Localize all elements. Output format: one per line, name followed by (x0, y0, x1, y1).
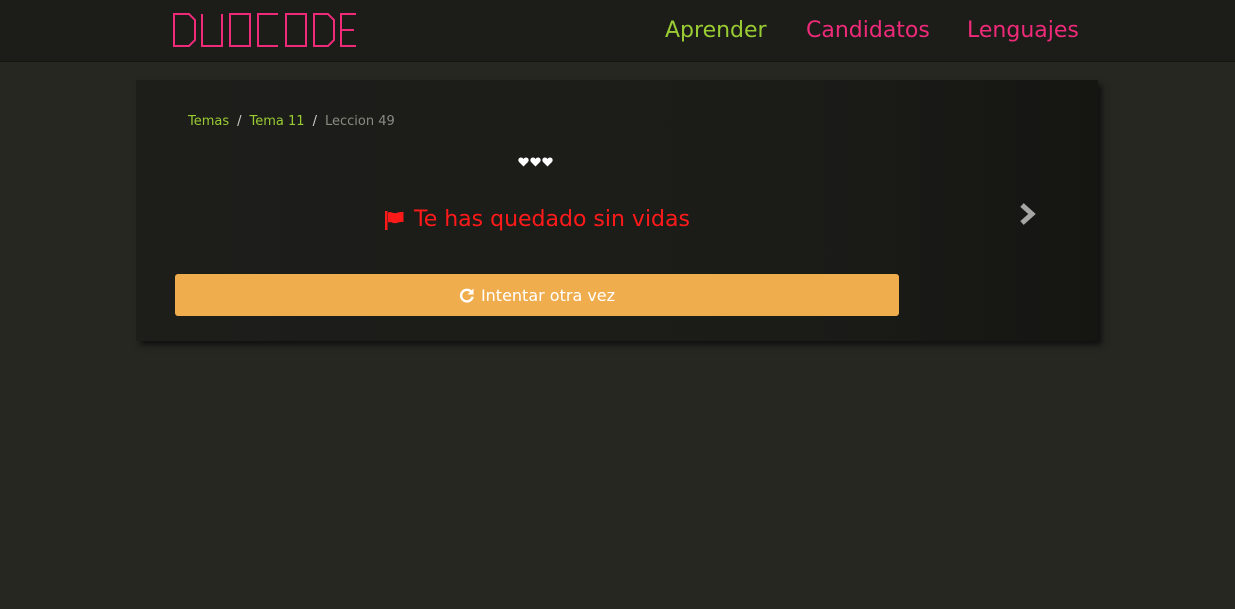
flag-icon (385, 210, 404, 230)
out-of-lives-message: Te has quedado sin vidas (385, 206, 690, 234)
logo-wordmark (173, 13, 356, 47)
duocode-logo[interactable] (173, 13, 357, 47)
breadcrumb-current: Leccion 49 (324, 114, 395, 129)
breadcrumb-separator: / (312, 114, 317, 129)
nav-link-aprender[interactable]: Aprender (665, 17, 767, 45)
lives-indicator (518, 157, 553, 167)
breadcrumb-separator: / (237, 114, 242, 129)
refresh-icon (459, 288, 474, 303)
heart-icon (518, 157, 529, 167)
nav-link-lenguajes[interactable]: Lenguajes (967, 17, 1079, 45)
retry-button-label: Intentar otra vez (480, 285, 616, 305)
next-lesson-arrow[interactable] (1018, 202, 1038, 226)
breadcrumb-temas[interactable]: Temas (188, 114, 229, 129)
heart-icon (530, 157, 541, 167)
out-of-lives-text: Te has quedado sin vidas (414, 207, 690, 232)
chevron-right-icon (1020, 203, 1036, 225)
breadcrumb: Temas / Tema 11 / Leccion 49 (188, 114, 395, 130)
top-navbar: Aprender Candidatos Lenguajes (0, 0, 1235, 62)
lesson-card: Temas / Tema 11 / Leccion 49 Te has quedado … (136, 80, 1098, 341)
heart-icon (542, 157, 553, 167)
nav-link-candidatos[interactable]: Candidatos (806, 17, 930, 45)
retry-button[interactable]: Intentar otra vez (175, 274, 899, 316)
breadcrumb-tema[interactable]: Tema 11 (250, 114, 305, 129)
